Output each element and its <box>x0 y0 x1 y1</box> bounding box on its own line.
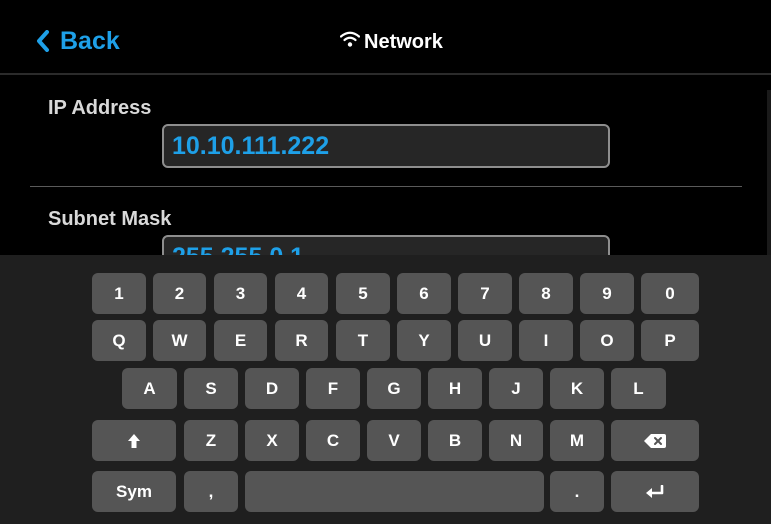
key-x[interactable]: X <box>245 420 299 461</box>
on-screen-keyboard: 1 2 3 4 5 6 7 8 9 0 Q W E R T Y U I O P … <box>0 255 771 524</box>
key-4[interactable]: 4 <box>275 273 328 314</box>
enter-return-icon <box>645 484 665 499</box>
key-5[interactable]: 5 <box>336 273 390 314</box>
key-s[interactable]: S <box>184 368 238 409</box>
header-bar: Back Network <box>0 0 771 75</box>
space-key[interactable] <box>245 471 544 512</box>
key-n[interactable]: N <box>489 420 543 461</box>
key-g[interactable]: G <box>367 368 421 409</box>
key-u[interactable]: U <box>458 320 512 361</box>
shift-key[interactable] <box>92 420 176 461</box>
comma-key[interactable]: , <box>184 471 238 512</box>
key-y[interactable]: Y <box>397 320 451 361</box>
key-1[interactable]: 1 <box>92 273 146 314</box>
key-f[interactable]: F <box>306 368 360 409</box>
page-title-text: Network <box>364 30 443 53</box>
key-i[interactable]: I <box>519 320 573 361</box>
key-0[interactable]: 0 <box>641 273 699 314</box>
backspace-key[interactable] <box>611 420 699 461</box>
divider <box>30 186 742 187</box>
period-key[interactable]: . <box>550 471 604 512</box>
subnet-mask-label: Subnet Mask <box>48 208 172 230</box>
page-title: Network <box>339 30 443 54</box>
key-k[interactable]: K <box>550 368 604 409</box>
key-p[interactable]: P <box>641 320 699 361</box>
key-r[interactable]: R <box>275 320 328 361</box>
key-q[interactable]: Q <box>92 320 146 361</box>
key-8[interactable]: 8 <box>519 273 573 314</box>
sym-key[interactable]: Sym <box>92 471 176 512</box>
key-w[interactable]: W <box>153 320 206 361</box>
key-z[interactable]: Z <box>184 420 238 461</box>
key-2[interactable]: 2 <box>153 273 206 314</box>
key-j[interactable]: J <box>489 368 543 409</box>
key-a[interactable]: A <box>122 368 177 409</box>
subnet-mask-field[interactable]: 255.255.0.1 <box>162 235 610 255</box>
scrollbar[interactable] <box>767 90 771 255</box>
key-3[interactable]: 3 <box>214 273 267 314</box>
wifi-icon <box>339 30 361 54</box>
shift-arrow-icon <box>127 433 141 449</box>
back-button[interactable]: Back <box>36 26 120 56</box>
key-7[interactable]: 7 <box>458 273 512 314</box>
key-6[interactable]: 6 <box>397 273 451 314</box>
key-9[interactable]: 9 <box>580 273 634 314</box>
key-d[interactable]: D <box>245 368 299 409</box>
key-v[interactable]: V <box>367 420 421 461</box>
key-m[interactable]: M <box>550 420 604 461</box>
key-o[interactable]: O <box>580 320 634 361</box>
key-c[interactable]: C <box>306 420 360 461</box>
settings-form: IP Address 10.10.111.222 Subnet Mask 255… <box>0 75 771 255</box>
ip-address-label: IP Address <box>48 97 152 119</box>
key-b[interactable]: B <box>428 420 482 461</box>
key-h[interactable]: H <box>428 368 482 409</box>
back-label: Back <box>60 26 120 55</box>
key-e[interactable]: E <box>214 320 267 361</box>
backspace-icon <box>644 433 666 448</box>
ip-address-field[interactable]: 10.10.111.222 <box>162 124 610 168</box>
key-t[interactable]: T <box>336 320 390 361</box>
key-l[interactable]: L <box>611 368 666 409</box>
chevron-left-icon <box>36 30 50 52</box>
enter-key[interactable] <box>611 471 699 512</box>
